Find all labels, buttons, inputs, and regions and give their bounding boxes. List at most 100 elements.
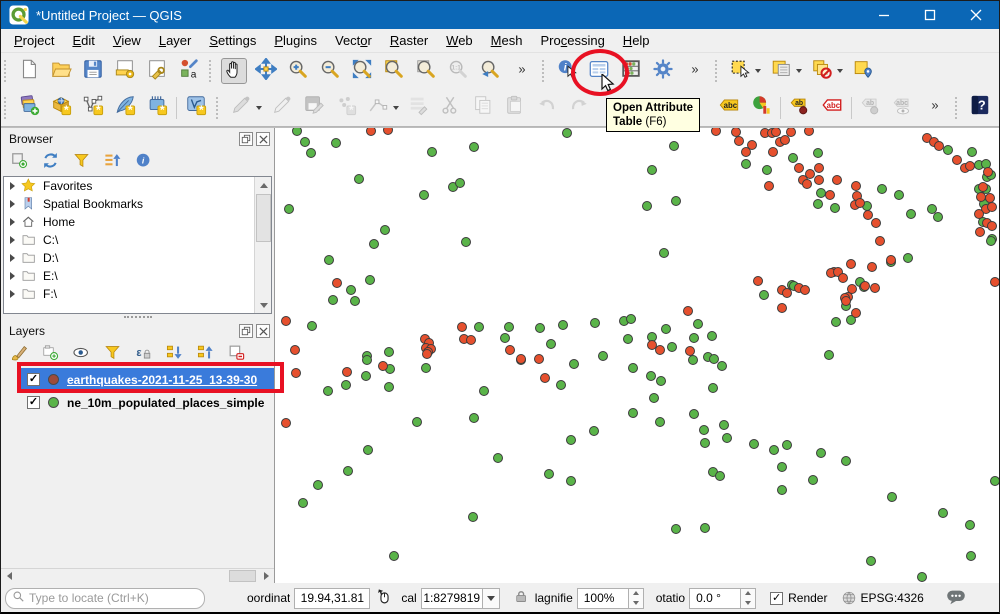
open-project-button[interactable] bbox=[48, 58, 74, 84]
data-source-manager-button[interactable] bbox=[16, 95, 42, 121]
select-by-form-button[interactable] bbox=[768, 58, 794, 84]
help-button[interactable]: ? bbox=[967, 95, 993, 121]
pin-labels-button[interactable]: ab bbox=[787, 95, 813, 121]
pan-map-button[interactable] bbox=[221, 58, 247, 84]
new-project-button[interactable] bbox=[16, 58, 42, 84]
expand-icon[interactable] bbox=[10, 236, 15, 244]
close-button[interactable] bbox=[953, 1, 999, 29]
select-by-location-button[interactable] bbox=[850, 58, 876, 84]
overflow-button[interactable]: » bbox=[509, 58, 535, 84]
layer-labeling-button[interactable]: abc bbox=[716, 95, 742, 121]
layer-item[interactable]: ✓ ne_10m_populated_places_simple bbox=[1, 391, 274, 414]
new-scratch-layer-button[interactable]: * bbox=[144, 95, 170, 121]
extents-tracking-icon[interactable] bbox=[376, 588, 393, 608]
cut-features-button[interactable] bbox=[438, 95, 464, 121]
browser-float-button[interactable] bbox=[239, 132, 253, 146]
identify-features-button[interactable]: i bbox=[554, 58, 580, 84]
scale-dropdown-button[interactable] bbox=[482, 587, 500, 609]
refresh-button[interactable] bbox=[39, 152, 61, 174]
browser-item-e[interactable]: E:\ bbox=[4, 267, 271, 285]
multiedit-button[interactable] bbox=[406, 95, 432, 121]
map-canvas[interactable] bbox=[274, 128, 999, 583]
overflow-button[interactable]: » bbox=[922, 95, 948, 121]
locator-search-input[interactable]: Type to locate (Ctrl+K) bbox=[5, 587, 205, 609]
menu-plugins[interactable]: Plugins bbox=[265, 30, 326, 51]
new-virtual-layer-button[interactable]: * bbox=[183, 95, 209, 121]
menu-mesh[interactable]: Mesh bbox=[482, 30, 532, 51]
layers-float-button[interactable] bbox=[239, 324, 253, 338]
layers-close-button[interactable] bbox=[256, 324, 270, 338]
browser-item-spatial-bookmarks[interactable]: Spatial Bookmarks bbox=[4, 195, 271, 213]
layer-checkbox[interactable]: ✓ bbox=[27, 396, 40, 409]
menu-vector[interactable]: Vector bbox=[326, 30, 381, 51]
maximize-button[interactable] bbox=[907, 1, 953, 29]
new-shapefile-button[interactable]: * bbox=[80, 95, 106, 121]
magnifier-spinner[interactable] bbox=[628, 587, 644, 609]
digitize-button[interactable]: * bbox=[333, 95, 359, 121]
zoom-full-button[interactable] bbox=[349, 58, 375, 84]
menu-processing[interactable]: Processing bbox=[531, 30, 613, 51]
toolbar-grip[interactable] bbox=[955, 96, 960, 119]
new-spatialite-button[interactable]: * bbox=[112, 95, 138, 121]
browser-close-button[interactable] bbox=[256, 132, 270, 146]
toolbar-grip[interactable] bbox=[209, 60, 214, 82]
browser-item-c[interactable]: C:\ bbox=[4, 231, 271, 249]
lock-scale-icon[interactable] bbox=[514, 589, 529, 607]
overflow-button[interactable]: » bbox=[682, 58, 708, 84]
toolbar-grip[interactable] bbox=[4, 60, 9, 82]
browser-scrollbar[interactable] bbox=[254, 177, 271, 313]
copy-features-button[interactable] bbox=[470, 95, 496, 121]
toolbar-grip[interactable] bbox=[715, 60, 720, 82]
expand-all-button[interactable] bbox=[163, 344, 185, 366]
expand-icon[interactable] bbox=[10, 218, 15, 226]
menu-layer[interactable]: Layer bbox=[150, 30, 201, 51]
move-label-button[interactable]: ab bbox=[858, 95, 884, 121]
redo-button[interactable] bbox=[566, 95, 592, 121]
browser-item-d[interactable]: D:\ bbox=[4, 249, 271, 267]
crs-status-button[interactable]: EPSG:4326 bbox=[860, 591, 923, 605]
layer-item[interactable]: ✓ earthquakes-2021-11-25_13-39-30 bbox=[19, 368, 274, 391]
zoom-out-button[interactable] bbox=[317, 58, 343, 84]
filter-expression-button[interactable]: ε bbox=[132, 344, 154, 366]
browser-item-f[interactable]: F:\ bbox=[4, 285, 271, 303]
current-edits-dropdown[interactable] bbox=[254, 95, 263, 121]
layout-manager-button[interactable] bbox=[144, 58, 170, 84]
menu-view[interactable]: View bbox=[104, 30, 150, 51]
layer-diagram-button[interactable] bbox=[748, 95, 774, 121]
filter-browser-button[interactable] bbox=[70, 152, 92, 174]
scroll-right-icon[interactable] bbox=[258, 569, 274, 583]
menu-raster[interactable]: Raster bbox=[381, 30, 437, 51]
minimize-button[interactable] bbox=[861, 1, 907, 29]
pan-to-selection-button[interactable] bbox=[253, 56, 279, 84]
select-features-button[interactable] bbox=[727, 58, 753, 84]
collapse-all-layers-button[interactable] bbox=[194, 344, 216, 366]
collapse-all-button[interactable] bbox=[101, 152, 123, 174]
statistical-summary-button[interactable] bbox=[618, 58, 644, 84]
zoom-in-button[interactable] bbox=[285, 58, 311, 84]
select-features-dropdown[interactable] bbox=[753, 58, 762, 84]
current-edits-button[interactable] bbox=[228, 95, 254, 121]
rotation-input[interactable]: 0.0 ° bbox=[689, 587, 742, 609]
deselect-features-button[interactable] bbox=[809, 58, 835, 84]
expand-icon[interactable] bbox=[10, 290, 15, 298]
add-group-button[interactable] bbox=[39, 344, 61, 366]
expand-icon[interactable] bbox=[10, 272, 15, 280]
dock-horizontal-scrollbar[interactable] bbox=[1, 568, 274, 583]
zoom-last-button[interactable] bbox=[477, 58, 503, 84]
toggle-editing-button[interactable] bbox=[269, 95, 295, 121]
scroll-left-icon[interactable] bbox=[1, 569, 17, 583]
menu-help[interactable]: Help bbox=[614, 30, 659, 51]
messages-bubble-icon[interactable] bbox=[946, 589, 966, 608]
style-manager-button[interactable]: a bbox=[176, 58, 202, 84]
select-by-form-dropdown[interactable] bbox=[794, 58, 803, 84]
menu-project[interactable]: Project bbox=[5, 30, 63, 51]
highlight-labels-button[interactable]: abc bbox=[819, 95, 845, 121]
expand-icon[interactable] bbox=[10, 200, 15, 208]
layer-checkbox[interactable]: ✓ bbox=[27, 373, 40, 386]
remove-layer-button[interactable] bbox=[225, 344, 247, 366]
scale-input[interactable]: 1:8279819 bbox=[420, 587, 483, 609]
zoom-to-selection-button[interactable] bbox=[381, 58, 407, 84]
scroll-up-icon[interactable] bbox=[255, 177, 271, 193]
zoom-to-layer-button[interactable] bbox=[413, 58, 439, 84]
menu-settings[interactable]: Settings bbox=[200, 30, 265, 51]
